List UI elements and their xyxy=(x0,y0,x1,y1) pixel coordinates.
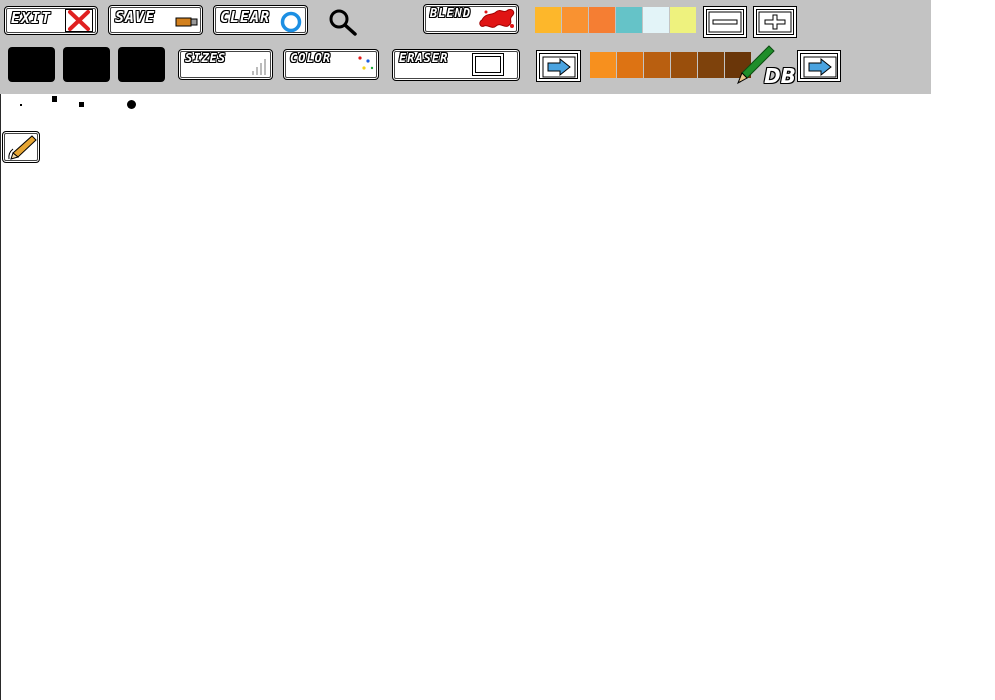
color-dots-icon xyxy=(356,55,376,79)
eraser-icon xyxy=(472,53,504,76)
eraser-label: ERASER xyxy=(399,51,449,65)
save-button[interactable]: SAVE xyxy=(108,5,203,35)
color-swatch-bottom-5[interactable] xyxy=(698,52,724,78)
size-bars-icon xyxy=(251,56,269,80)
save-label: SAVE xyxy=(115,8,156,26)
magnifier-icon[interactable] xyxy=(327,8,359,40)
recent-color-slot-2[interactable] xyxy=(63,47,110,82)
color-label: COLOR xyxy=(290,51,332,65)
arrow-right-icon xyxy=(803,56,837,82)
blue-ring-icon xyxy=(280,11,304,39)
sizes-button[interactable]: SIZES xyxy=(178,49,273,80)
color-swatch-bottom-3[interactable] xyxy=(644,52,670,78)
zoom-in-button[interactable] xyxy=(753,6,797,38)
palette-next-button[interactable] xyxy=(797,50,841,82)
toolbar: EXIT SAVE CLEAR BLEND SIZES COLOR ERASER… xyxy=(0,0,931,94)
sizes-label: SIZES xyxy=(185,51,227,65)
recent-color-slot-1[interactable] xyxy=(8,47,55,82)
plus-icon xyxy=(758,11,792,37)
arrow-right-icon xyxy=(542,56,576,82)
exit-label: EXIT xyxy=(11,9,52,27)
clear-button[interactable]: CLEAR xyxy=(213,5,308,35)
palette-prev-button[interactable] xyxy=(536,50,581,82)
color-swatch-top-3[interactable] xyxy=(589,7,615,33)
usb-drive-icon xyxy=(175,13,199,32)
zoom-out-button[interactable] xyxy=(703,6,747,38)
red-splat-icon xyxy=(478,6,518,36)
color-swatch-bottom-2[interactable] xyxy=(617,52,643,78)
blend-label: BLEND xyxy=(430,6,472,20)
color-swatch-top-1[interactable] xyxy=(535,7,561,33)
db-logo: DB xyxy=(764,64,796,88)
color-swatch-bottom-4[interactable] xyxy=(671,52,697,78)
recent-color-slot-3[interactable] xyxy=(118,47,165,82)
color-button[interactable]: COLOR xyxy=(283,49,379,80)
color-swatch-top-2[interactable] xyxy=(562,7,588,33)
exit-button[interactable]: EXIT xyxy=(4,6,98,35)
red-x-icon xyxy=(65,9,93,32)
color-swatch-top-5[interactable] xyxy=(643,7,669,33)
color-swatch-bottom-1[interactable] xyxy=(590,52,616,78)
color-swatch-top-4[interactable] xyxy=(616,7,642,33)
eraser-button[interactable]: ERASER xyxy=(392,49,520,81)
blend-button[interactable]: BLEND xyxy=(423,4,519,34)
drawing-canvas[interactable] xyxy=(1,94,995,700)
color-swatch-top-6[interactable] xyxy=(670,7,696,33)
minus-icon xyxy=(708,11,742,37)
clear-label: CLEAR xyxy=(220,8,271,26)
